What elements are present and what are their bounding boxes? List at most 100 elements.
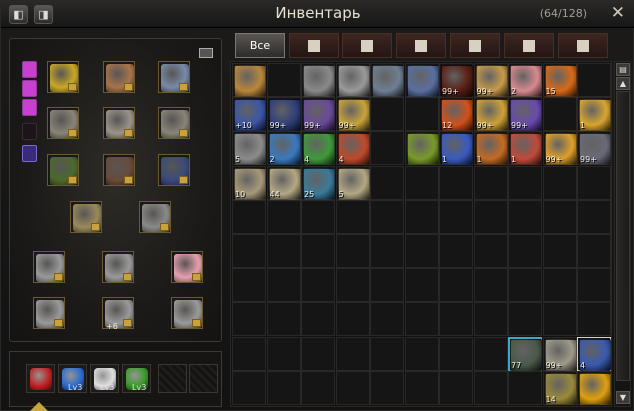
inventory-slot[interactable] xyxy=(439,268,473,303)
inventory-slot[interactable] xyxy=(577,268,611,303)
equip-slot-pants[interactable] xyxy=(103,154,135,186)
gem-slot[interactable]: Lv3 xyxy=(58,364,87,393)
equip-slot-wings[interactable] xyxy=(158,61,190,93)
inventory-slot[interactable] xyxy=(266,268,301,303)
inventory-slot[interactable] xyxy=(266,234,301,268)
inventory-slot[interactable]: 10 xyxy=(232,165,266,200)
equip-slot-ring-right[interactable] xyxy=(171,297,203,329)
inventory-slot[interactable] xyxy=(577,165,611,200)
inventory-slot[interactable] xyxy=(508,370,542,405)
inventory-slot[interactable]: 2 xyxy=(508,63,542,97)
inventory-slot[interactable] xyxy=(473,234,508,268)
item-icon[interactable] xyxy=(372,65,404,97)
inventory-slot[interactable] xyxy=(335,302,370,337)
inventory-slot[interactable] xyxy=(542,302,577,337)
inventory-slot[interactable] xyxy=(370,165,404,200)
inventory-slot[interactable] xyxy=(370,97,404,132)
inventory-slot[interactable] xyxy=(370,336,404,371)
pet-slot-2[interactable] xyxy=(22,80,37,97)
equip-slot-shield[interactable] xyxy=(158,154,190,186)
equip-slot-earring[interactable] xyxy=(102,251,134,283)
inventory-slot[interactable]: 25 xyxy=(301,165,335,200)
inventory-slot[interactable] xyxy=(508,268,542,303)
inventory-slot[interactable] xyxy=(301,63,335,97)
inventory-slot[interactable]: 99+ xyxy=(542,336,577,371)
inventory-scrollbar[interactable]: ▤ ▲ ▼ xyxy=(614,61,631,407)
inventory-slot[interactable] xyxy=(577,63,611,97)
inventory-slot[interactable]: 99+ xyxy=(542,131,577,166)
inventory-slot[interactable]: 5 xyxy=(232,131,266,166)
scroll-thumb[interactable] xyxy=(616,91,630,381)
inventory-slot[interactable]: 12 xyxy=(439,97,473,132)
inventory-slot[interactable] xyxy=(232,268,266,303)
inventory-slot[interactable] xyxy=(370,268,404,303)
inventory-slot[interactable]: 14 xyxy=(542,370,577,405)
inventory-slot[interactable] xyxy=(404,370,439,405)
equip-slot-cloak[interactable] xyxy=(47,154,79,186)
inventory-slot[interactable] xyxy=(301,336,335,371)
item-icon[interactable] xyxy=(406,133,439,166)
inventory-slot[interactable] xyxy=(508,165,542,200)
equip-slot-shirt[interactable] xyxy=(171,251,203,283)
pet-slot-1[interactable] xyxy=(22,61,37,78)
inventory-slot[interactable] xyxy=(404,63,439,97)
inventory-slot[interactable] xyxy=(542,268,577,303)
scroll-up-icon[interactable]: ▲ xyxy=(616,77,630,90)
inventory-slot[interactable] xyxy=(404,199,439,234)
equip-slot-armor[interactable] xyxy=(103,107,135,139)
inventory-slot[interactable] xyxy=(266,370,301,405)
inventory-slot[interactable] xyxy=(266,199,301,234)
panel-toggle-icon[interactable] xyxy=(199,48,213,58)
inventory-slot[interactable] xyxy=(404,336,439,371)
inventory-slot[interactable] xyxy=(473,302,508,337)
inventory-slot[interactable] xyxy=(232,234,266,268)
inventory-slot[interactable] xyxy=(404,97,439,132)
inventory-slot[interactable] xyxy=(232,302,266,337)
inventory-slot[interactable] xyxy=(439,370,473,405)
inventory-slot[interactable] xyxy=(473,268,508,303)
inventory-slot[interactable]: 99+ xyxy=(577,131,611,166)
inventory-slot[interactable]: 4 xyxy=(301,131,335,166)
inventory-slot[interactable]: 15 xyxy=(542,63,577,97)
pet-slot-3[interactable] xyxy=(22,99,37,116)
inventory-slot[interactable] xyxy=(404,165,439,200)
item-icon[interactable] xyxy=(579,372,611,405)
inventory-slot[interactable]: 99+ xyxy=(473,63,508,97)
inventory-slot[interactable]: 99+ xyxy=(301,97,335,132)
equip-slot-offhand[interactable] xyxy=(139,201,171,233)
close-icon[interactable]: ✕ xyxy=(611,3,625,23)
inventory-slot[interactable]: 2 xyxy=(266,131,301,166)
inventory-slot[interactable] xyxy=(301,199,335,234)
pet-slot-5[interactable] xyxy=(22,145,37,162)
inventory-slot[interactable] xyxy=(335,370,370,405)
inventory-slot[interactable] xyxy=(232,336,266,371)
inventory-slot[interactable] xyxy=(370,199,404,234)
equip-slot-gloves[interactable] xyxy=(47,107,79,139)
inventory-slot[interactable] xyxy=(370,234,404,268)
tab-key[interactable] xyxy=(504,33,554,58)
inventory-slot[interactable] xyxy=(473,199,508,234)
inventory-slot[interactable] xyxy=(577,370,611,405)
inventory-slot[interactable]: 4 xyxy=(335,131,370,166)
equip-slot-necklace[interactable] xyxy=(33,251,65,283)
inventory-slot[interactable]: 99+ xyxy=(508,97,542,132)
inventory-slot[interactable]: +10 xyxy=(232,97,266,132)
inventory-slot[interactable] xyxy=(439,336,473,371)
inventory-slot[interactable] xyxy=(266,336,301,371)
item-icon[interactable] xyxy=(337,65,370,97)
inventory-slot[interactable] xyxy=(301,370,335,405)
gem-slot[interactable]: Lv3 xyxy=(90,364,119,393)
tab-scroll[interactable] xyxy=(396,33,446,58)
inventory-slot[interactable] xyxy=(335,336,370,371)
inventory-slot[interactable] xyxy=(370,131,404,166)
inventory-slot[interactable] xyxy=(232,370,266,405)
inventory-slot[interactable] xyxy=(542,199,577,234)
equip-slot-boots[interactable] xyxy=(158,107,190,139)
pet-slot-4[interactable] xyxy=(22,123,37,140)
inventory-slot[interactable] xyxy=(232,63,266,97)
tab-box[interactable] xyxy=(450,33,500,58)
inventory-slot[interactable] xyxy=(542,97,577,132)
inventory-slot[interactable] xyxy=(232,199,266,234)
equip-slot-weapon[interactable] xyxy=(70,201,102,233)
inventory-slot[interactable] xyxy=(508,234,542,268)
